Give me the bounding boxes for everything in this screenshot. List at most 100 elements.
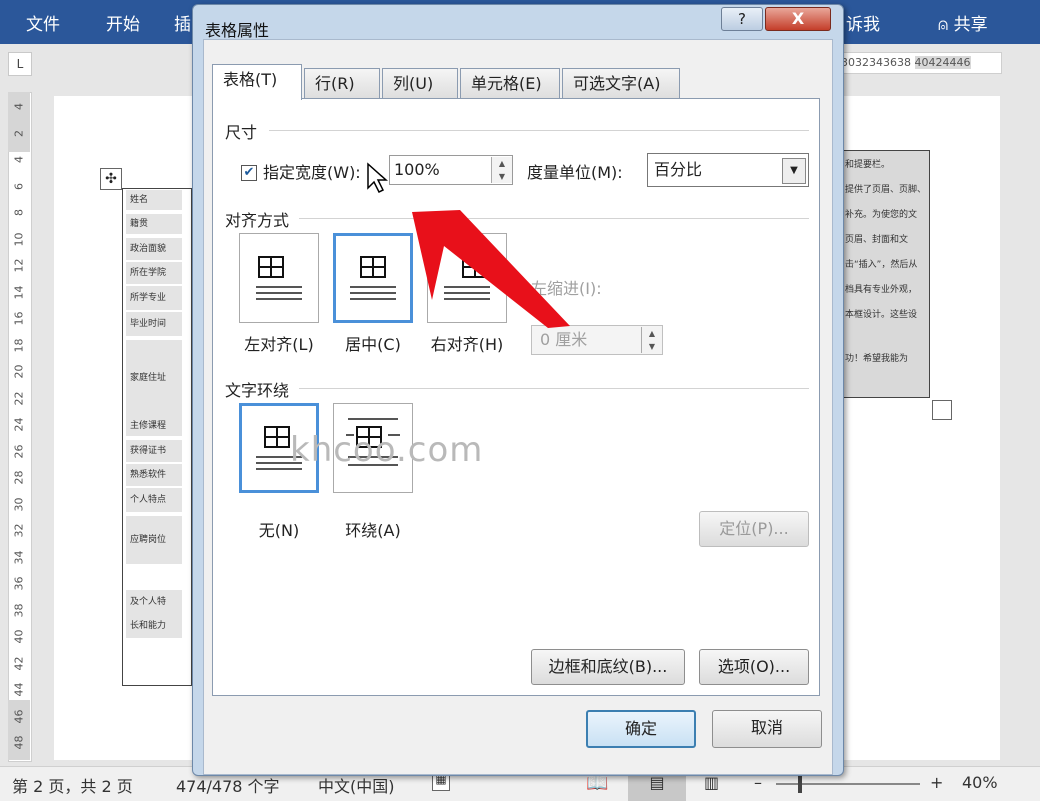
zoom-in-button[interactable]: + <box>930 773 943 792</box>
specify-width-label: 指定宽度(W): <box>263 163 361 182</box>
unit-value: 百分比 <box>654 160 703 179</box>
ruler-number: 24 <box>12 417 26 432</box>
ruler-number: 20 <box>12 364 26 379</box>
text-line <box>348 418 398 420</box>
text-line <box>256 286 302 288</box>
alignment-section-title: 对齐方式 <box>225 211 290 230</box>
zoom-slider-thumb[interactable] <box>798 773 802 793</box>
specify-width-checkbox[interactable]: ✔ <box>241 165 257 181</box>
table-label-cell[interactable]: 及个人特 <box>126 590 182 614</box>
ruler-number: 48 <box>12 735 26 750</box>
ruler-number: 42 <box>12 656 26 670</box>
spin-up-icon[interactable]: ▲ <box>641 327 662 340</box>
position-button[interactable]: 定位(P)... <box>699 511 809 547</box>
tab-row[interactable]: 行(R) <box>304 68 380 98</box>
chevron-down-icon[interactable]: ▼ <box>782 158 806 184</box>
tab-table[interactable]: 表格(T) <box>212 64 302 100</box>
table-icon <box>264 426 290 448</box>
ruler-number: 32 <box>12 523 26 538</box>
table-label-cell[interactable]: 所在学院 <box>126 262 182 284</box>
ruler-number: 28 <box>12 470 26 485</box>
ruler-number: 10 <box>12 232 26 246</box>
right-text-line: 补充。为使您的文 <box>845 210 918 220</box>
ruler-number: 26 <box>12 444 26 458</box>
red-arrow-annotation <box>412 210 570 328</box>
tab-alt-text[interactable]: 可选文字(A) <box>562 68 680 98</box>
table-label-cell[interactable]: 政治面貌 <box>126 238 182 260</box>
ruler-number: 6 <box>12 182 26 190</box>
wrap-section-title: 文字环绕 <box>225 381 290 400</box>
word-count[interactable]: 474/478 个字 <box>176 773 280 797</box>
share-label: 共享 <box>953 15 988 35</box>
mouse-cursor-icon <box>367 162 388 194</box>
tab-column[interactable]: 列(U) <box>382 68 458 98</box>
tell-me-search[interactable]: 诉我 <box>846 10 880 35</box>
arrow-shape <box>412 210 570 328</box>
ruler-number: 46 <box>12 709 26 723</box>
right-text-line: 和提要栏。 <box>845 160 891 170</box>
right-text-column: 和提要栏。 提供了页眉、页脚、 补充。为使您的文 页眉、封面和文 击“插入”，然后从 档具… <box>840 150 930 398</box>
tab-selector[interactable]: L <box>8 52 32 76</box>
table-label-cell[interactable]: 籍贯 <box>126 214 182 234</box>
page-count[interactable]: 第 2 页，共 2 页 <box>12 773 133 797</box>
tab-home[interactable]: 开始 <box>106 10 140 35</box>
align-left-label[interactable]: 左对齐(L) <box>229 331 329 355</box>
unit-select[interactable]: 百分比 ▼ <box>647 153 809 187</box>
table-label-cell[interactable]: 获得证书 <box>126 440 182 462</box>
table-label-cell[interactable]: 熟悉软件 <box>126 464 182 486</box>
wrap-none-label[interactable]: 无(N) <box>229 517 329 541</box>
table-properties-dialog: 表格属性 ? X 表格(T) 行(R) 列(U) 单元格(E) 可选文字(A) … <box>192 4 844 776</box>
right-text-line: 提供了页眉、页脚、 <box>845 185 927 195</box>
table-label-cell[interactable]: 主修课程 <box>126 416 182 436</box>
right-text-line: 本框设计。这些设 <box>845 310 918 320</box>
divider <box>269 130 809 131</box>
ruler-number: 30 <box>12 497 26 511</box>
dialog-title: 表格属性 <box>205 21 270 40</box>
share-button[interactable]: ⍝ 共享 <box>938 10 988 35</box>
ruler-numbers-b: 40424446 <box>914 56 971 69</box>
table-label-cell[interactable]: 长和能力 <box>126 614 182 638</box>
table-label-cell[interactable]: 毕业时间 <box>126 312 182 336</box>
ruler-number: 12 <box>12 258 26 273</box>
ruler-number: 34 <box>12 550 26 564</box>
tab-file[interactable]: 文件 <box>26 10 60 35</box>
ruler-number: 40 <box>12 629 26 644</box>
table-label-cell[interactable]: 应聘岗位 <box>126 516 182 564</box>
help-button[interactable]: ? <box>721 7 763 31</box>
tab-insert[interactable]: 插 <box>174 10 191 35</box>
table-label-cell[interactable]: 个人特点 <box>126 488 182 512</box>
align-left-option[interactable] <box>239 233 319 323</box>
table-resize-handle[interactable] <box>932 400 952 420</box>
size-section-title: 尺寸 <box>225 123 258 142</box>
right-text-line: 档具有专业外观， <box>845 285 918 295</box>
text-line <box>256 298 302 300</box>
borders-shading-button[interactable]: 边框和底纹(B)... <box>531 649 685 685</box>
person-icon: ⍝ <box>938 15 949 35</box>
ok-button[interactable]: 确定 <box>586 710 696 748</box>
close-button[interactable]: X <box>765 7 831 31</box>
ruler-number: 8 <box>12 209 26 216</box>
table-label-cell[interactable]: 家庭住址 <box>126 340 182 416</box>
table-label-cell[interactable]: 所学专业 <box>126 286 182 310</box>
ruler-number: 14 <box>12 285 26 299</box>
ruler-numbers-a: 3032343638 <box>841 56 911 69</box>
ruler-number: 44 <box>12 682 26 697</box>
text-line <box>256 292 302 294</box>
right-text-line: 击“插入”，然后从 <box>845 260 918 270</box>
language-indicator[interactable]: 中文(中国) <box>318 773 395 797</box>
ruler-number: 38 <box>12 603 26 617</box>
horizontal-ruler[interactable]: 3032343638 40424446 <box>840 52 1002 74</box>
spin-down-icon[interactable]: ▼ <box>641 340 662 353</box>
tab-cell[interactable]: 单元格(E) <box>460 68 560 98</box>
read-mode-icon[interactable]: 📖 <box>586 773 608 794</box>
ruler-number: 22 <box>12 391 26 405</box>
wrap-around-label[interactable]: 环绕(A) <box>323 517 423 541</box>
table-icon <box>258 256 284 278</box>
table-label-cell[interactable]: 姓名 <box>126 190 182 210</box>
table-move-handle-icon[interactable]: ✣ <box>100 168 122 190</box>
ruler-number: 2 <box>12 129 26 137</box>
cancel-button[interactable]: 取消 <box>712 710 822 748</box>
options-button[interactable]: 选项(O)... <box>699 649 809 685</box>
ruler-number: 18 <box>12 338 26 352</box>
zoom-level[interactable]: 40% <box>962 773 998 792</box>
